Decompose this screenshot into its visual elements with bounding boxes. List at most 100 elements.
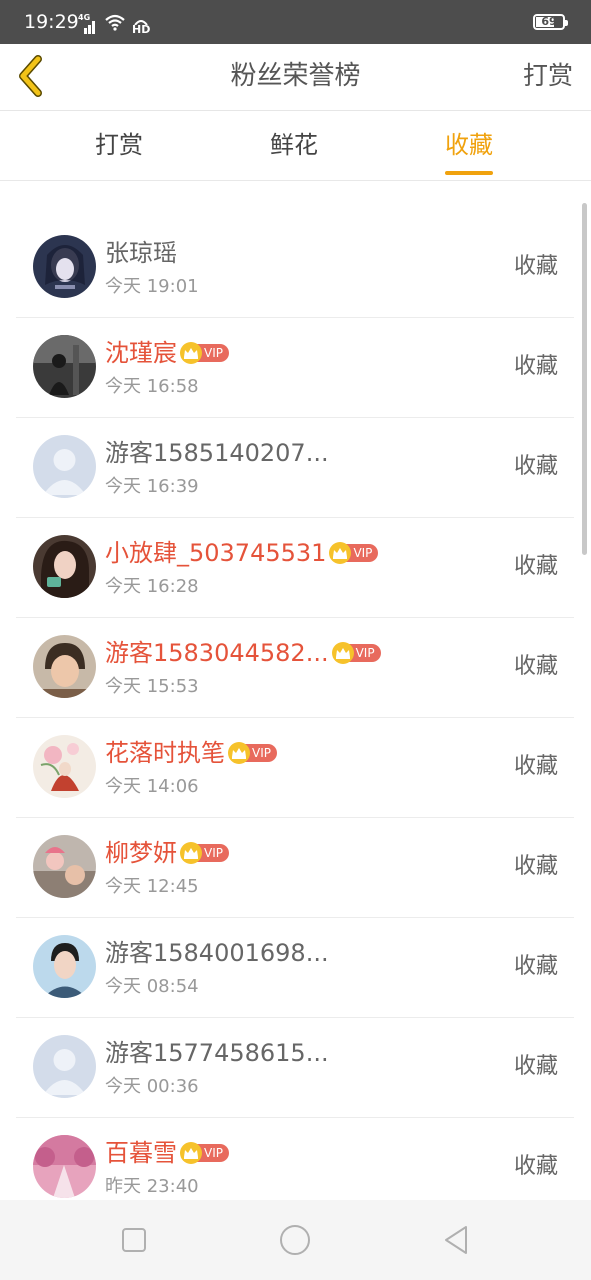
fan-list: 张琼瑶 今天 19:01 收藏 沈瑾宸 VIP 今天 16:58 收藏 游客158514020… (16, 218, 574, 1218)
battery-icon: 69 (533, 14, 568, 30)
recent-apps-button[interactable] (116, 1222, 152, 1258)
tab-label: 鲜花 (270, 131, 318, 159)
status-time: 19:29 (24, 11, 79, 33)
name-line: 游客1583044582... VIP (105, 636, 381, 670)
user-name: 花落时执笔 (105, 739, 225, 767)
vip-badge: VIP (180, 342, 229, 364)
name-line: 游客1584001698... (105, 936, 329, 970)
list-item[interactable]: 游客1585140207... 今天 16:39 收藏 (16, 418, 574, 518)
avatar[interactable] (33, 735, 96, 798)
tab-label: 收藏 (445, 131, 493, 159)
name-line: 张琼瑶 (105, 236, 177, 270)
list-item[interactable]: 游客1577458615... 今天 00:36 收藏 (16, 1018, 574, 1118)
status-icons: 4G HD (78, 13, 150, 35)
back-button[interactable] (10, 54, 54, 98)
tab-active-indicator (445, 171, 493, 175)
favorite-time: 今天 16:58 (105, 376, 199, 397)
user-name: 游客1583044582... (105, 639, 329, 667)
avatar[interactable] (33, 535, 96, 598)
page-title: 粉丝荣誉榜 (230, 61, 361, 91)
user-name: 百暮雪 (105, 1139, 177, 1167)
user-name: 游客1584001698... (105, 939, 329, 967)
crown-icon (180, 842, 202, 864)
tab-label: 打赏 (95, 131, 143, 159)
battery-cap (565, 20, 568, 26)
list-item[interactable]: 游客1583044582... VIP 今天 15:53 收藏 (16, 618, 574, 718)
user-name: 游客1577458615... (105, 1039, 329, 1067)
crown-icon (180, 1142, 202, 1164)
back-nav-button[interactable] (438, 1222, 474, 1258)
name-line: 游客1585140207... (105, 436, 329, 470)
avatar[interactable] (33, 435, 96, 498)
favorite-action-label: 收藏 (513, 854, 558, 879)
tab-reward[interactable]: 打赏 (95, 129, 143, 161)
list-item[interactable]: 柳梦妍 VIP 今天 12:45 收藏 (16, 818, 574, 918)
favorite-action-label: 收藏 (513, 654, 558, 679)
status-bar: 19:29 4G HD 69 (0, 0, 591, 44)
home-button[interactable] (277, 1222, 313, 1258)
name-line: 花落时执笔 VIP (105, 736, 277, 770)
reward-button[interactable]: 打赏 (523, 59, 573, 93)
list-item[interactable]: 沈瑾宸 VIP 今天 16:58 收藏 (16, 318, 574, 418)
list-item[interactable]: 花落时执笔 VIP 今天 14:06 收藏 (16, 718, 574, 818)
square-icon (122, 1228, 146, 1252)
vip-badge: VIP (180, 842, 229, 864)
network-type-label: 4G (78, 13, 91, 22)
scrollbar[interactable] (582, 203, 587, 555)
avatar[interactable] (33, 935, 96, 998)
avatar[interactable] (33, 335, 96, 398)
avatar[interactable] (33, 235, 96, 298)
name-line: 沈瑾宸 VIP (105, 336, 229, 370)
name-line: 游客1577458615... (105, 1036, 329, 1070)
favorite-action-label: 收藏 (513, 554, 558, 579)
tab-flowers[interactable]: 鲜花 (270, 129, 318, 161)
list-item[interactable]: 游客1584001698... 今天 08:54 收藏 (16, 918, 574, 1018)
list-item[interactable]: 张琼瑶今天 19:01 收藏 (16, 218, 574, 318)
favorite-action-label: 收藏 (513, 754, 558, 779)
hd-label: HD (132, 23, 151, 36)
favorite-time: 今天 16:28 (105, 576, 199, 597)
wifi-icon (104, 13, 126, 35)
chevron-left-icon (19, 55, 42, 97)
tab-bar: 打赏 鲜花 收藏 (0, 111, 591, 181)
user-name: 小放肆_503745531 (105, 539, 327, 567)
crown-icon (228, 742, 250, 764)
favorite-time: 今天 00:36 (105, 1076, 199, 1097)
vip-badge: VIP (331, 642, 381, 664)
list-item[interactable]: 小放肆_503745531 VIP 今天 16:28 收藏 (16, 518, 574, 618)
name-line: 小放肆_503745531 VIP (105, 536, 379, 570)
system-nav-bar (0, 1200, 591, 1280)
favorite-time: 昨天 23:40 (105, 1176, 199, 1197)
favorite-action-label: 收藏 (513, 954, 558, 979)
name-line: 百暮雪 VIP (105, 1136, 229, 1170)
vip-badge: VIP (180, 1142, 229, 1164)
tab-favorites[interactable]: 收藏 (445, 129, 493, 175)
favorite-time: 今天 12:45 (105, 876, 199, 897)
favorite-time: 今天 15:53 (105, 676, 199, 697)
favorite-action-label: 收藏 (513, 1154, 558, 1179)
vip-badge: VIP (329, 542, 379, 564)
battery-level: 69 (541, 15, 557, 28)
favorite-time: 今天 16:39 (105, 476, 199, 497)
user-name: 沈瑾宸 (105, 339, 177, 367)
user-name: 游客1585140207... (105, 439, 329, 467)
avatar[interactable] (33, 835, 96, 898)
favorite-action-label: 收藏 (513, 354, 558, 379)
favorite-action-label: 收藏 (513, 254, 558, 279)
signal-icon: 4G (78, 13, 98, 35)
favorite-time: 今天 14:06 (105, 776, 199, 797)
favorite-action-label: 收藏 (513, 1054, 558, 1079)
crown-icon (331, 642, 354, 664)
name-line: 柳梦妍 VIP (105, 836, 229, 870)
circle-icon (280, 1225, 310, 1255)
avatar[interactable] (33, 1035, 96, 1098)
hd-voice-icon: HD (132, 19, 150, 35)
vip-badge: VIP (228, 742, 277, 764)
user-name: 柳梦妍 (105, 839, 177, 867)
user-name: 张琼瑶 (105, 239, 177, 267)
favorite-time: 今天 19:01 (105, 276, 199, 297)
avatar[interactable] (33, 1135, 96, 1198)
avatar[interactable] (33, 635, 96, 698)
triangle-left-icon (445, 1226, 467, 1254)
crown-icon (180, 342, 202, 364)
